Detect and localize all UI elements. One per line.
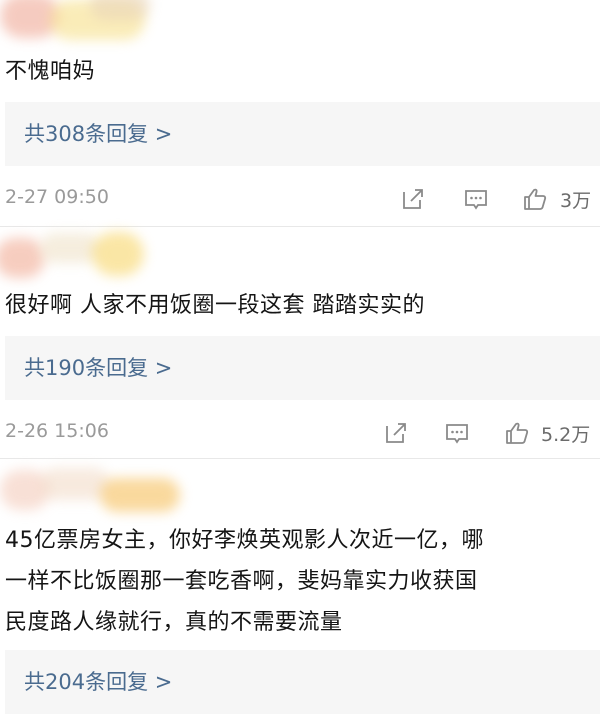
comment-text: 很好啊 人家不用饭圈一段这套 踏踏实实的 [5, 293, 425, 318]
view-replies-link[interactable]: 共204条回复 > [24, 650, 172, 714]
like-count: 3万 [560, 190, 592, 212]
view-replies-link[interactable]: 共308条回复 > [24, 102, 172, 166]
user-header-blurred[interactable] [0, 0, 160, 52]
comment-text-line: 民度路人缘就行，真的不需要流量 [5, 610, 343, 635]
comment-text: 45亿票房女主，你好李焕英观影人次近一亿，哪 一样不比饭圈那一套吃香啊，斐妈靠实… [5, 520, 484, 643]
reply-summary-box[interactable]: 共308条回复 > [5, 102, 600, 166]
comment-footer: 2-26 15:06 5.2万 [0, 412, 600, 452]
comment-footer: 2-27 09:50 3万 [0, 178, 600, 218]
thumbs-up-icon[interactable] [522, 186, 548, 212]
divider [0, 226, 600, 227]
share-icon[interactable] [383, 420, 409, 446]
reply-summary-box[interactable]: 共190条回复 > [5, 336, 600, 400]
like-count: 5.2万 [541, 424, 591, 446]
comment-item: 很好啊 人家不用饭圈一段这套 踏踏实实的 共190条回复 > 2-26 15:0… [0, 228, 600, 460]
comment-item: 不愧咱妈 共308条回复 > 2-27 09:50 3万 [0, 0, 600, 228]
comment-timestamp: 2-27 09:50 [5, 186, 109, 208]
user-header-blurred[interactable] [0, 228, 160, 284]
comment-item: 45亿票房女主，你好李焕英观影人次近一亿，哪 一样不比饭圈那一套吃香啊，斐妈靠实… [0, 460, 600, 714]
share-icon[interactable] [400, 186, 426, 212]
comment-icon[interactable] [444, 420, 470, 446]
thumbs-up-icon[interactable] [504, 420, 530, 446]
divider [0, 458, 600, 459]
comment-text: 不愧咱妈 [5, 59, 96, 84]
comment-timestamp: 2-26 15:06 [5, 420, 109, 442]
view-replies-link[interactable]: 共190条回复 > [24, 336, 172, 400]
reply-summary-box[interactable]: 共204条回复 > [5, 650, 600, 714]
user-header-blurred[interactable] [0, 460, 190, 520]
comment-text-line: 一样不比饭圈那一套吃香啊，斐妈靠实力收获国 [5, 569, 478, 594]
comment-icon[interactable] [463, 186, 489, 212]
comment-text-line: 45亿票房女主，你好李焕英观影人次近一亿，哪 [5, 528, 484, 553]
